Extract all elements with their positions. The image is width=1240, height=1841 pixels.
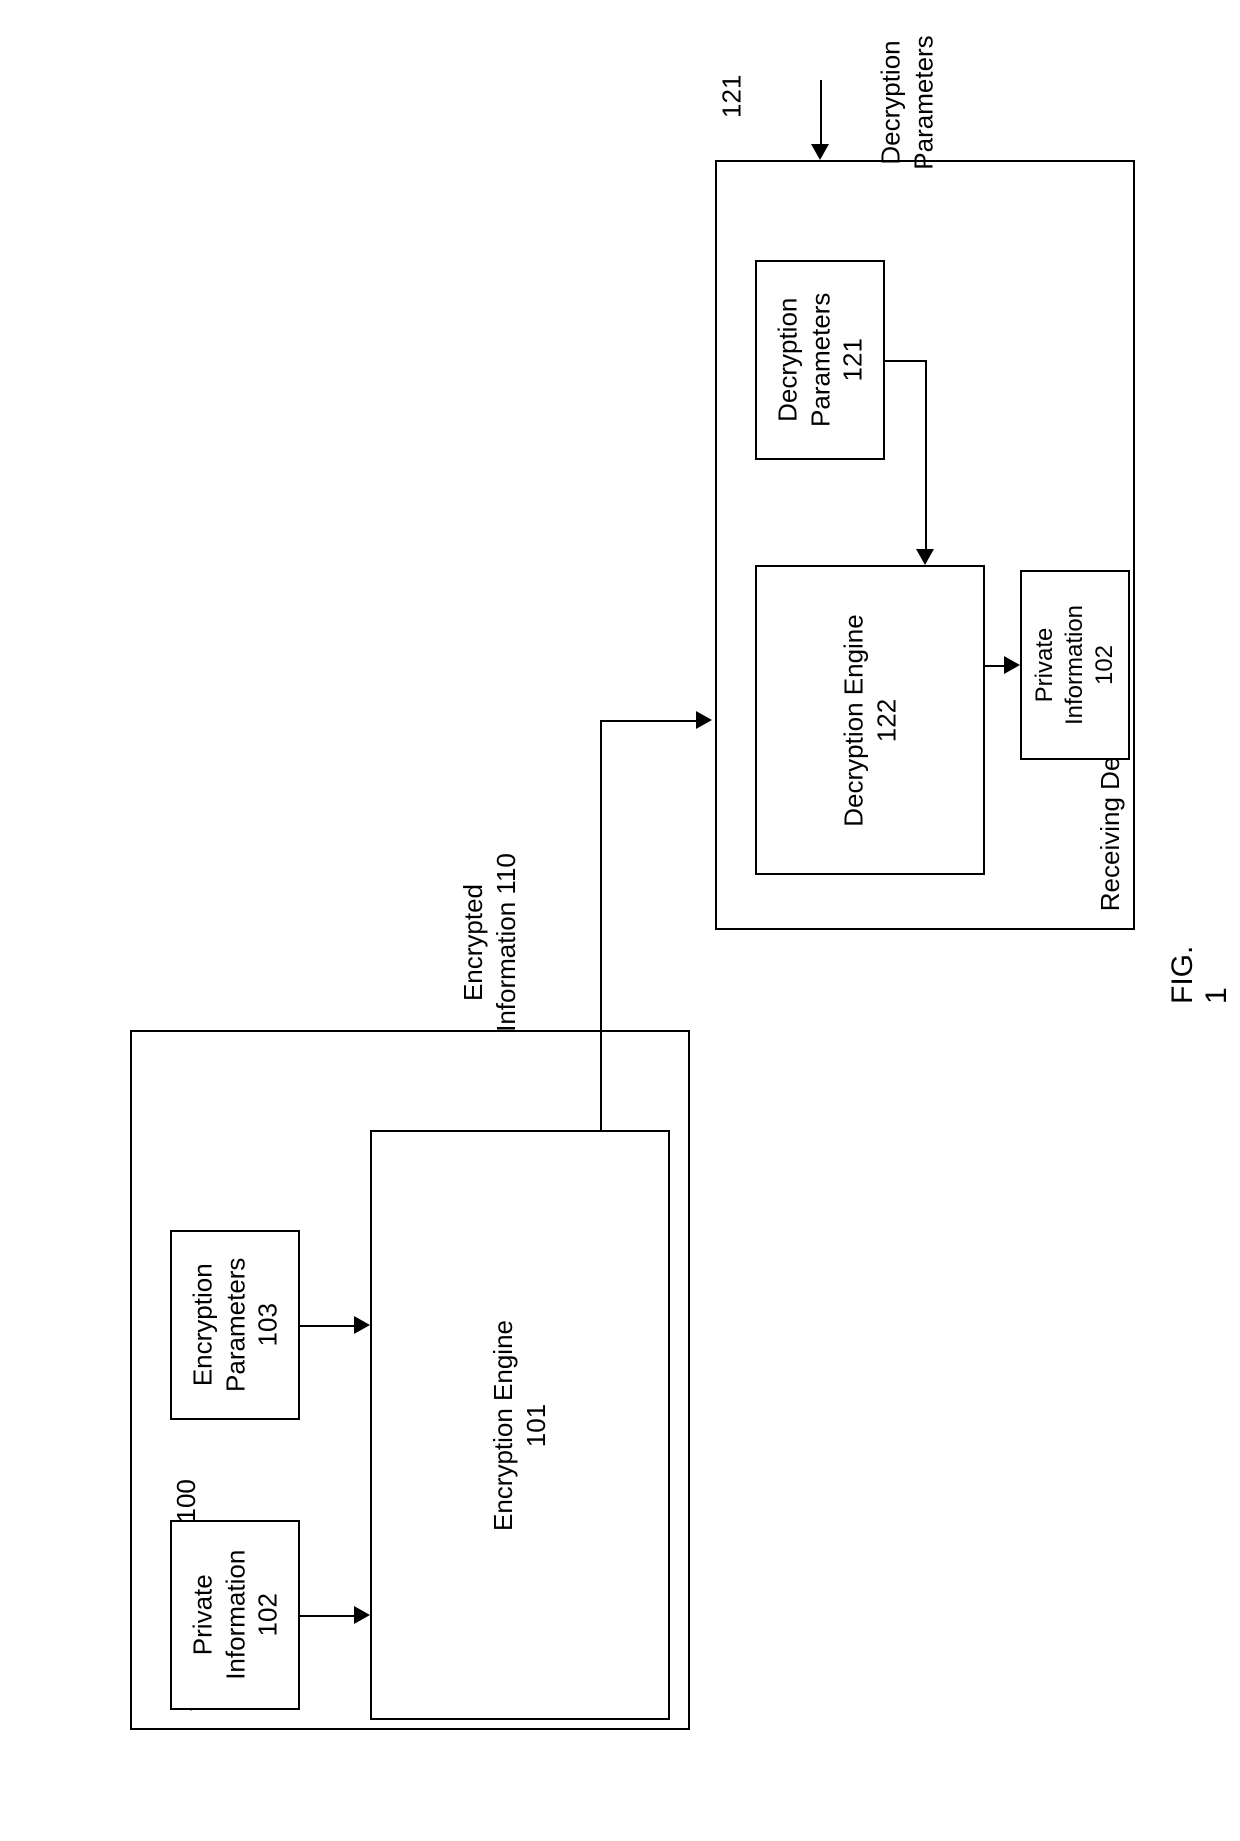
arrow-encrypted-info-h bbox=[600, 720, 696, 722]
decryption-engine-label: Decryption Engine 122 bbox=[838, 614, 903, 826]
arrow-dp-to-de-head bbox=[916, 549, 934, 565]
decryption-params-box: Decryption Parameters 121 bbox=[755, 260, 885, 460]
arrow-pi-to-engine bbox=[300, 1615, 354, 1617]
arrow-de-to-pi-head bbox=[1004, 656, 1020, 674]
arrow-encrypted-info bbox=[600, 720, 602, 1130]
arrow-ext-dec-params-head bbox=[811, 144, 829, 160]
arrow-ep-to-engine-head bbox=[354, 1316, 370, 1334]
arrow-dp-to-de-v bbox=[925, 360, 927, 549]
decryption-engine-box: Decryption Engine 122 bbox=[755, 565, 985, 875]
arrow-encrypted-info-head bbox=[696, 711, 712, 729]
encryption-engine-label: Encryption Engine 101 bbox=[488, 1319, 553, 1530]
arrow-ep-to-engine bbox=[300, 1325, 354, 1327]
arrow-dp-to-de-h bbox=[885, 360, 925, 362]
external-dec-params-num: 121 bbox=[715, 75, 748, 118]
encryption-params-label: Encryption Parameters 103 bbox=[186, 1258, 284, 1392]
diagram-canvas: Sending Device 100 Private Information 1… bbox=[0, 0, 1240, 1841]
arrow-de-to-pi bbox=[985, 665, 1004, 667]
encryption-params-box: Encryption Parameters 103 bbox=[170, 1230, 300, 1420]
arrow-ext-dec-params bbox=[820, 80, 822, 144]
figure-label: FIG. 1 bbox=[1166, 924, 1234, 1004]
arrow-pi-to-engine-head bbox=[354, 1606, 370, 1624]
private-info-receiving-label: Private Information 102 bbox=[1030, 605, 1120, 725]
external-dec-params-text: Decryption Parameters bbox=[875, 35, 940, 169]
private-info-sending-box: Private Information 102 bbox=[170, 1520, 300, 1710]
private-info-receiving-box: Private Information 102 bbox=[1020, 570, 1130, 760]
private-info-sending-label: Private Information 102 bbox=[186, 1550, 284, 1680]
decryption-params-box-label: Decryption Parameters 121 bbox=[771, 293, 869, 427]
encryption-engine-box: Encryption Engine 101 bbox=[370, 1130, 670, 1720]
encrypted-info-label: Encrypted Information 110 bbox=[457, 853, 522, 1032]
